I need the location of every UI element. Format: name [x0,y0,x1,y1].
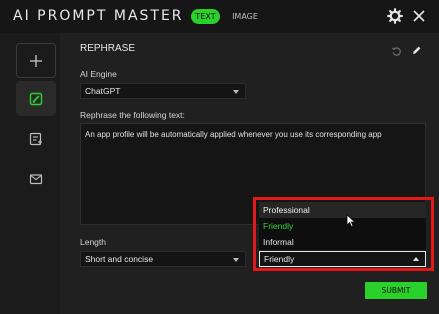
rephrase-label: Rephrase the following text: [80,110,185,120]
undo-icon[interactable] [391,46,402,57]
engine-value: ChatGPT [85,86,121,96]
sidebar [0,33,60,314]
length-select[interactable]: Short and concise [80,251,246,267]
length-value: Short and concise [85,254,154,264]
tab-text[interactable]: TEXT [191,9,220,24]
chevron-down-icon [233,258,239,262]
tab-image[interactable]: IMAGE [229,9,261,24]
sidebar-item-email[interactable] [16,161,56,196]
length-label: Length [80,237,106,247]
title-bar: AI PROMPT MASTER TEXT IMAGE [0,0,439,33]
mouse-cursor-icon [346,214,356,228]
close-icon[interactable] [411,8,427,24]
engine-label: AI Engine [80,69,117,79]
sidebar-item-rephrase[interactable] [16,81,56,116]
plus-icon [30,54,42,67]
highlight-box [253,197,434,271]
pencil-icon[interactable] [411,45,422,56]
page-title: REPHRASE [80,43,136,54]
engine-select[interactable]: ChatGPT [80,83,246,99]
sidebar-item-compose[interactable] [16,121,56,156]
submit-button[interactable]: SUBMIT [365,282,427,299]
chevron-down-icon [233,90,239,94]
list-edit-icon [29,132,42,145]
rephrase-icon [29,92,43,105]
sidebar-item-add[interactable] [16,43,56,78]
gear-icon[interactable] [387,8,403,24]
mail-icon [29,173,43,184]
app-title: AI PROMPT MASTER [13,8,184,24]
